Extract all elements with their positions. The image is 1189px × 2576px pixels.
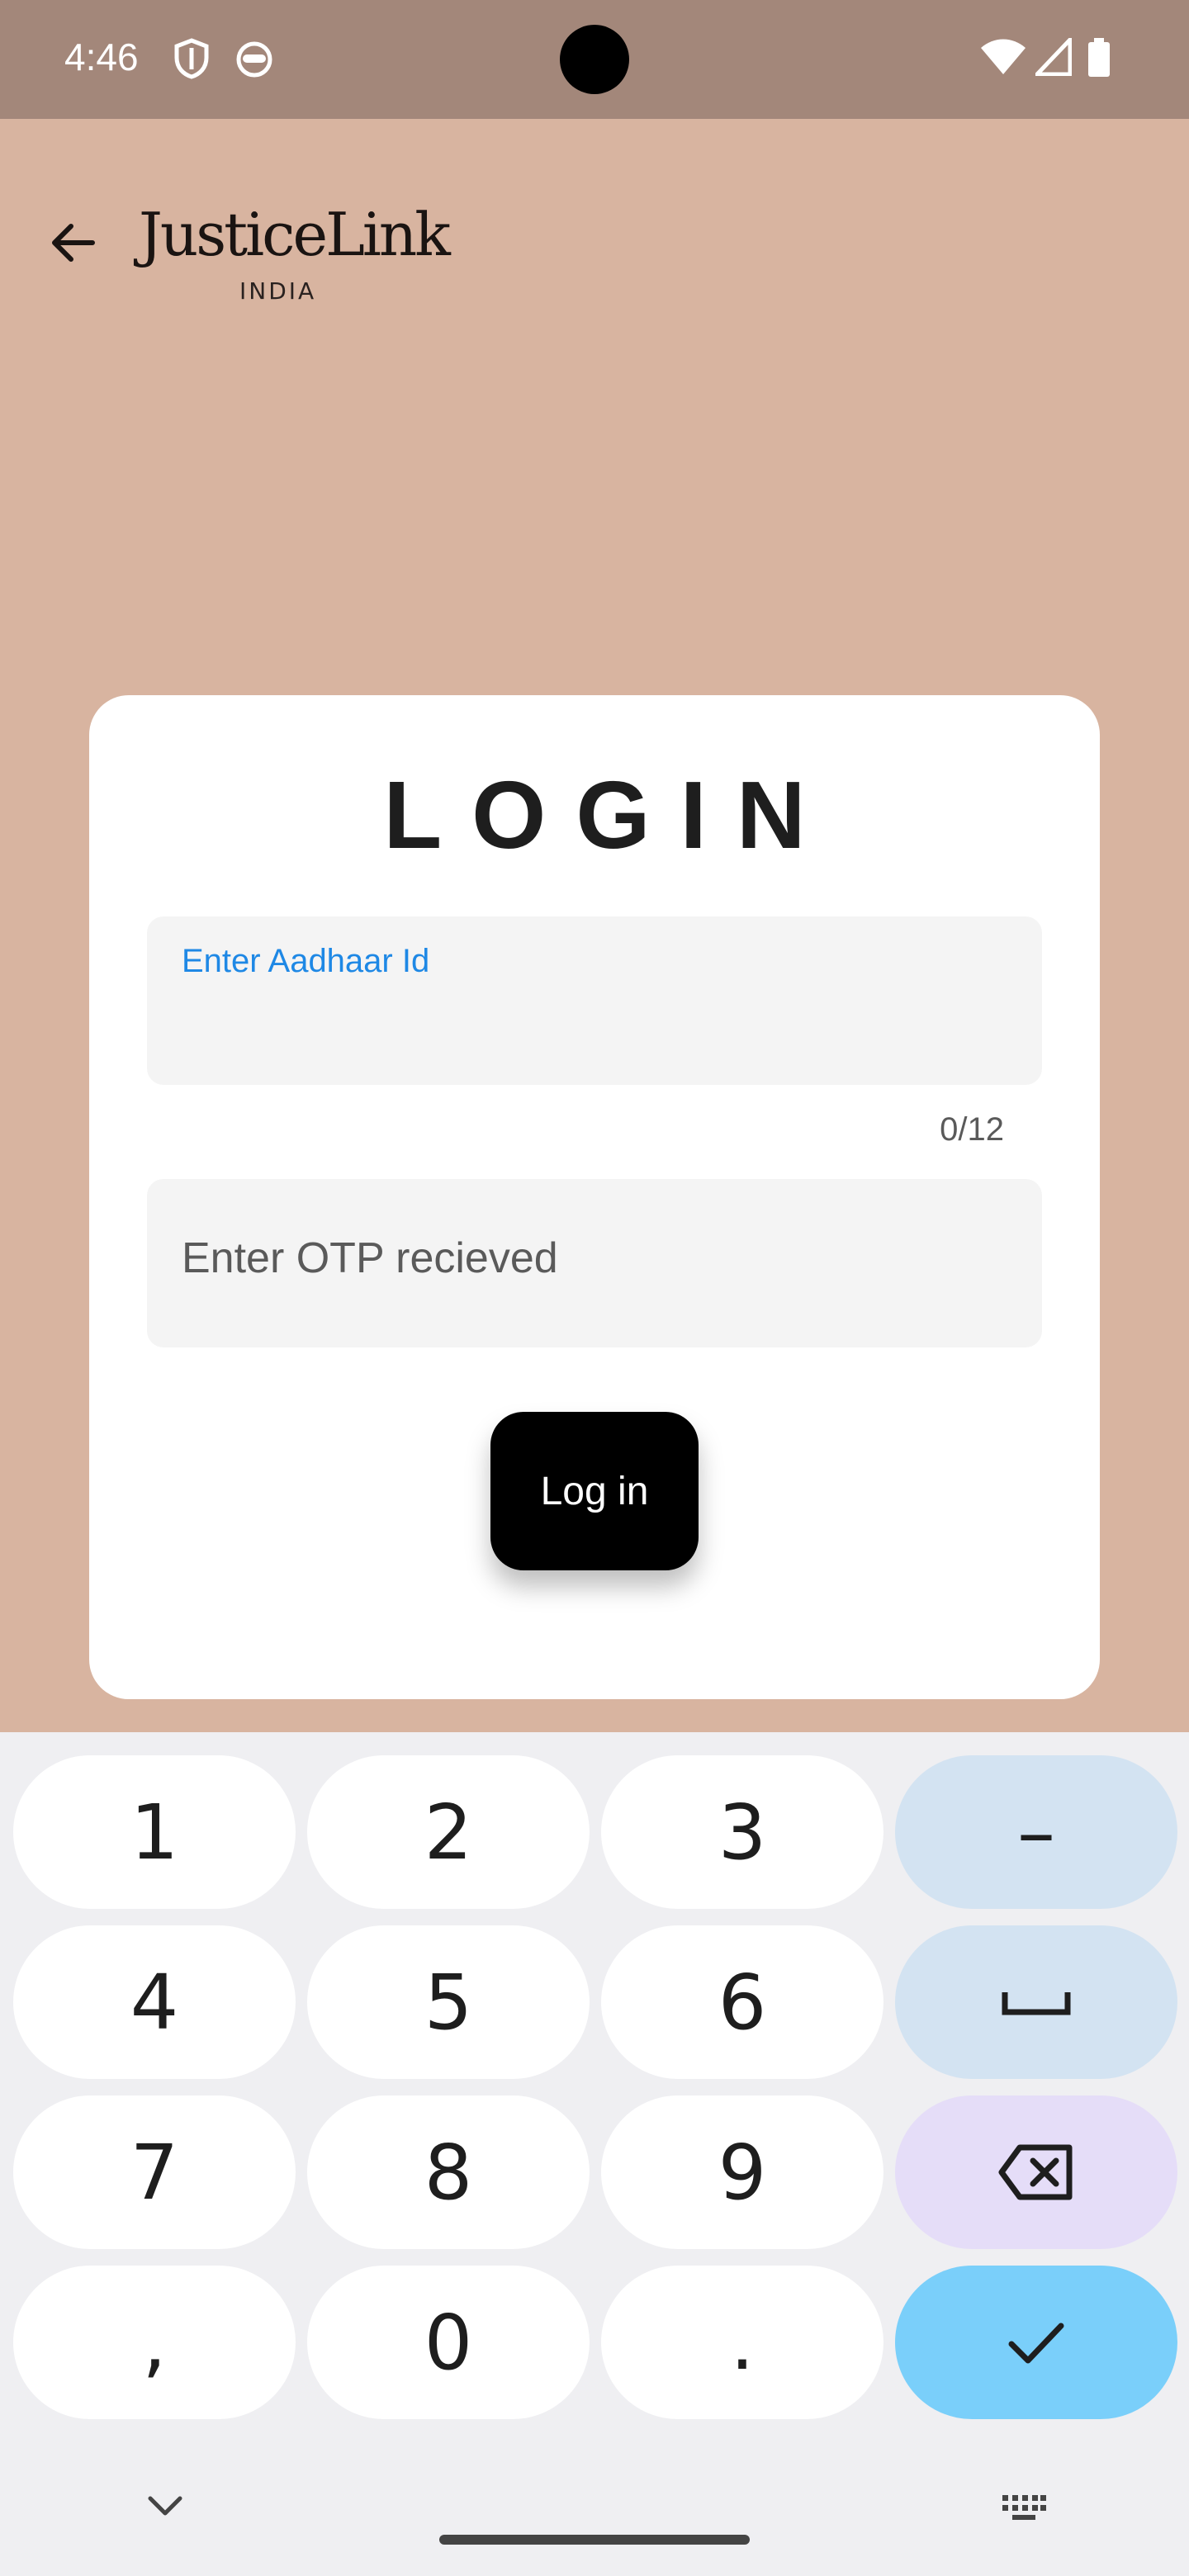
key-period[interactable]: .: [601, 2266, 883, 2419]
key-2[interactable]: 2: [307, 1755, 590, 1909]
key-4[interactable]: 4: [13, 1925, 296, 2079]
face-icon: [236, 41, 272, 78]
shield-icon: [174, 38, 209, 79]
keyboard-icon[interactable]: [1001, 2493, 1047, 2523]
key-done[interactable]: [895, 2266, 1177, 2419]
key-1[interactable]: 1: [13, 1755, 296, 1909]
back-button[interactable]: [40, 210, 106, 276]
backspace-icon: [998, 2144, 1073, 2200]
status-bar: 4:46: [0, 0, 1189, 119]
key-space[interactable]: [895, 1925, 1177, 2079]
arrow-back-icon: [52, 224, 95, 262]
key-backspace[interactable]: [895, 2095, 1177, 2249]
key-7[interactable]: 7: [13, 2095, 296, 2249]
key-dash[interactable]: –: [895, 1755, 1177, 1909]
aadhaar-field[interactable]: Enter Aadhaar Id: [147, 916, 1042, 1085]
login-title: LOGIN: [383, 761, 836, 869]
login-button[interactable]: Log in: [490, 1412, 699, 1570]
app-logo: JusticeLink INDIA: [139, 200, 451, 305]
aadhaar-char-counter: 0/12: [940, 1111, 1004, 1148]
key-3[interactable]: 3: [601, 1755, 883, 1909]
otp-field-placeholder: Enter OTP recieved: [182, 1234, 558, 1282]
logo-sub: INDIA: [239, 277, 317, 305]
camera-cutout: [560, 25, 629, 94]
battery-icon: [1088, 38, 1110, 77]
check-icon: [1008, 2323, 1064, 2364]
key-5[interactable]: 5: [307, 1925, 590, 2079]
aadhaar-field-label: Enter Aadhaar Id: [182, 943, 430, 979]
key-0[interactable]: 0: [307, 2266, 590, 2419]
key-comma[interactable]: ,: [13, 2266, 296, 2419]
key-9[interactable]: 9: [601, 2095, 883, 2249]
key-6[interactable]: 6: [601, 1925, 883, 2079]
logo-main: JusticeLink: [139, 200, 451, 269]
key-8[interactable]: 8: [307, 2095, 590, 2249]
chevron-down-icon[interactable]: [145, 2492, 185, 2518]
space-icon: [1002, 1992, 1071, 2015]
signal-icon: [1035, 38, 1072, 76]
login-card: LOGIN Enter Aadhaar Id 0/12 Enter OTP re…: [89, 695, 1100, 1699]
home-gesture-bar[interactable]: [439, 2535, 750, 2545]
wifi-icon: [981, 39, 1026, 74]
aadhaar-input[interactable]: [182, 996, 1007, 1054]
otp-field[interactable]: Enter OTP recieved: [147, 1179, 1042, 1347]
status-time: 4:46: [64, 36, 139, 78]
